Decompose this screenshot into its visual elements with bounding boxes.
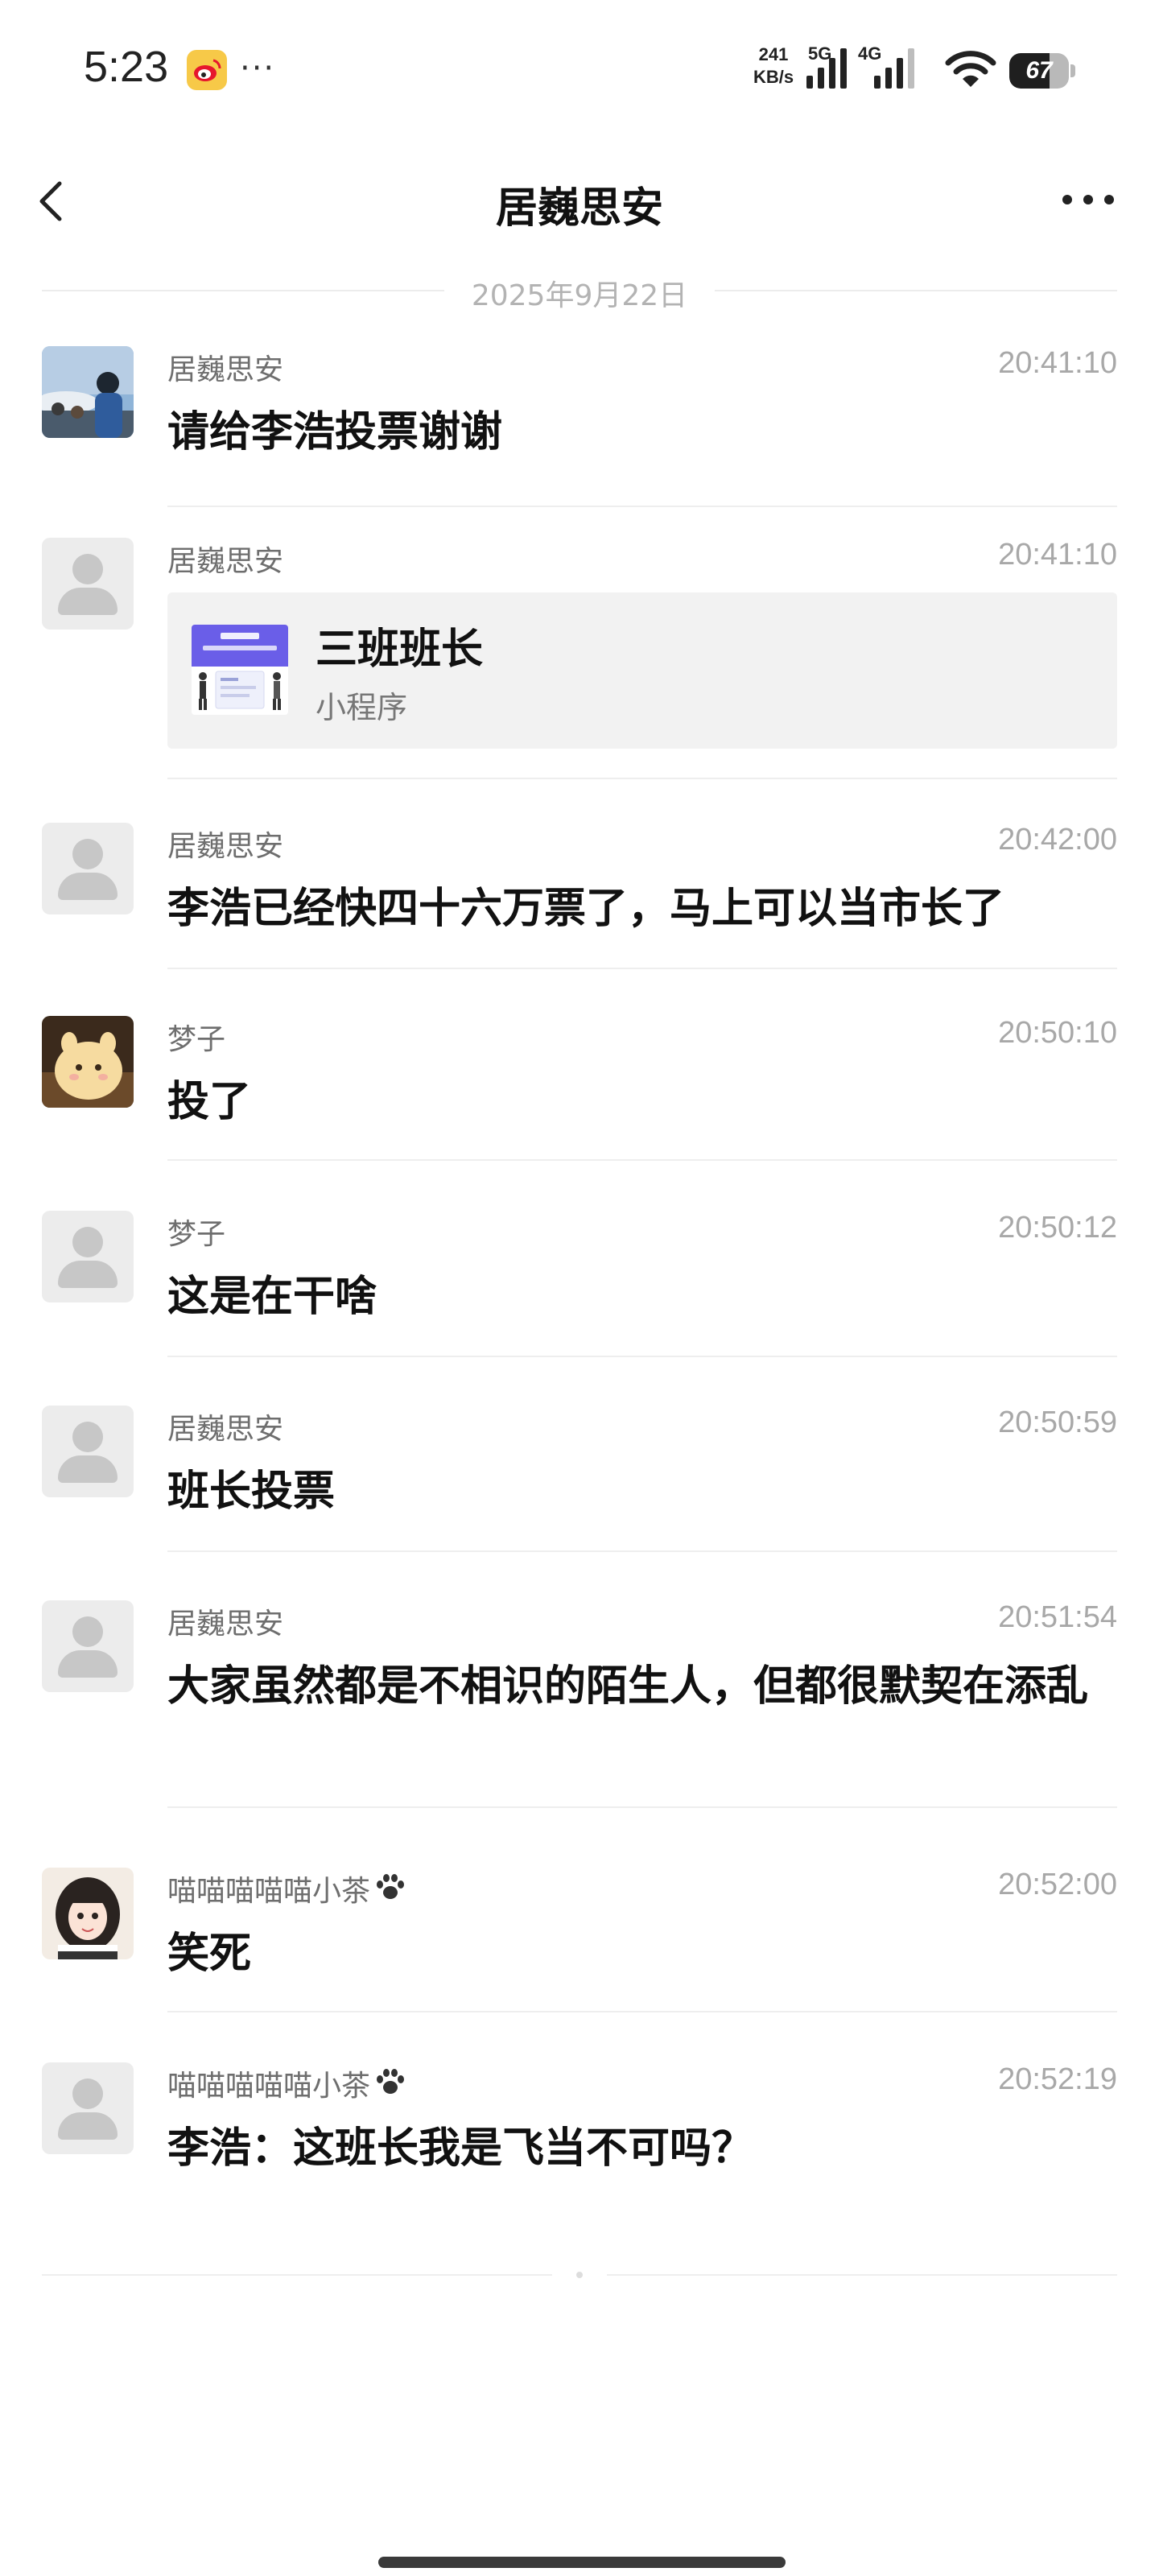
sender-name: 梦子 bbox=[167, 1023, 226, 1056]
message-text: 班长投票 bbox=[167, 1468, 336, 1516]
message-text: 投了 bbox=[167, 1078, 252, 1126]
avatar[interactable] bbox=[42, 346, 134, 438]
sender-name: 居巍思安 bbox=[167, 830, 284, 863]
weibo-icon bbox=[187, 50, 227, 90]
message-text: 这是在干啥 bbox=[167, 1273, 377, 1321]
message-time: 20:52:00 bbox=[998, 1868, 1117, 1901]
avatar[interactable] bbox=[42, 1016, 134, 1108]
avatar[interactable] bbox=[42, 1868, 134, 1959]
message-text: 请给李浩投票谢谢 bbox=[167, 408, 503, 456]
message-text: 李浩：这班长我是飞当不可吗？ bbox=[167, 2124, 754, 2173]
network-speed: 241 KB/s bbox=[745, 43, 802, 89]
sender-name-text: 喵喵喵喵喵小茶 bbox=[167, 2070, 371, 2103]
page-title: 居巍思安 bbox=[495, 184, 663, 233]
list-item[interactable]: 梦子 20:50:12 这是在干啥 bbox=[42, 1211, 1117, 1380]
avatar[interactable] bbox=[42, 2062, 134, 2154]
status-more-icon: ··· bbox=[240, 50, 276, 87]
chat-header: 居巍思安 bbox=[0, 153, 1159, 250]
mini-program-title: 三班班长 bbox=[316, 625, 484, 674]
sender-name: 喵喵喵喵喵小茶 bbox=[167, 2062, 409, 2104]
sender-name: 梦子 bbox=[167, 1218, 226, 1251]
signal-icon-2 bbox=[874, 48, 914, 89]
message-time: 20:41:10 bbox=[998, 538, 1117, 572]
message-text: 李浩已经快四十六万票了，马上可以当市长了 bbox=[167, 885, 1005, 933]
list-item[interactable]: 居巍思安 20:41:10 请给李浩投票谢谢 bbox=[42, 346, 1117, 507]
list-item[interactable]: 居巍思安 20:50:59 班长投票 bbox=[42, 1406, 1117, 1575]
sender-name-text: 喵喵喵喵喵小茶 bbox=[167, 1875, 371, 1908]
status-bar: 5:23 ··· 241 KB/s 5G 4G 67 bbox=[0, 0, 1159, 141]
list-item[interactable]: 居巍思安 20:42:00 李浩已经快四十六万票了，马上可以当市长了 bbox=[42, 823, 1117, 992]
network-speed-value: 241 bbox=[758, 44, 789, 64]
list-item[interactable]: 居巍思安 20:41:10 三班班长 小程序 bbox=[42, 538, 1117, 795]
date-divider: 2025年9月22日 bbox=[42, 266, 1117, 314]
mini-program-card[interactable]: 三班班长 小程序 bbox=[167, 592, 1117, 749]
message-time: 20:41:10 bbox=[998, 346, 1117, 380]
avatar[interactable] bbox=[42, 1211, 134, 1302]
list-item[interactable]: 梦子 20:50:10 投了 bbox=[42, 1016, 1117, 1185]
paw-icon bbox=[377, 2069, 405, 2094]
battery-icon: 67 bbox=[1009, 53, 1075, 89]
message-time: 20:42:00 bbox=[998, 823, 1117, 857]
paw-icon bbox=[377, 1874, 405, 1899]
avatar[interactable] bbox=[42, 538, 134, 630]
sender-name: 居巍思安 bbox=[167, 545, 284, 578]
message-text: 笑死 bbox=[167, 1930, 252, 1978]
message-time: 20:51:54 bbox=[998, 1600, 1117, 1634]
status-time: 5:23 bbox=[84, 43, 169, 91]
message-text: 大家虽然都是不相识的陌生人，但都很默契在添乱 bbox=[167, 1662, 1089, 1711]
more-icon bbox=[1062, 195, 1072, 204]
message-time: 20:52:19 bbox=[998, 2062, 1117, 2096]
date-label: 2025年9月22日 bbox=[471, 279, 688, 312]
list-item[interactable]: 居巍思安 20:51:54 大家虽然都是不相识的陌生人，但都很默契在添乱 bbox=[42, 1600, 1117, 1842]
mini-program-label: 小程序 bbox=[316, 690, 408, 725]
back-button[interactable] bbox=[29, 172, 77, 230]
wifi-icon bbox=[945, 51, 996, 87]
end-divider bbox=[42, 2267, 1117, 2283]
list-item[interactable]: 喵喵喵喵喵小茶 20:52:19 李浩：这班长我是飞当不可吗？ bbox=[42, 2062, 1117, 2231]
sender-name: 喵喵喵喵喵小茶 bbox=[167, 1868, 409, 1909]
list-item[interactable]: 喵喵喵喵喵小茶 20:52:00 笑死 bbox=[42, 1868, 1117, 2037]
signal-icon bbox=[806, 48, 847, 89]
avatar[interactable] bbox=[42, 1600, 134, 1692]
battery-level: 67 bbox=[1025, 57, 1053, 84]
back-chevron-icon bbox=[39, 181, 62, 221]
sender-name: 居巍思安 bbox=[167, 353, 284, 386]
mini-program-thumbnail bbox=[192, 625, 288, 715]
message-time: 20:50:12 bbox=[998, 1211, 1117, 1245]
network-speed-unit: KB/s bbox=[753, 67, 794, 87]
more-button[interactable] bbox=[1059, 182, 1117, 217]
sender-name: 居巍思安 bbox=[167, 1608, 284, 1641]
sender-name: 居巍思安 bbox=[167, 1413, 284, 1446]
avatar[interactable] bbox=[42, 1406, 134, 1497]
home-indicator[interactable] bbox=[378, 2557, 786, 2568]
avatar[interactable] bbox=[42, 823, 134, 914]
message-time: 20:50:10 bbox=[998, 1016, 1117, 1050]
message-time: 20:50:59 bbox=[998, 1406, 1117, 1439]
